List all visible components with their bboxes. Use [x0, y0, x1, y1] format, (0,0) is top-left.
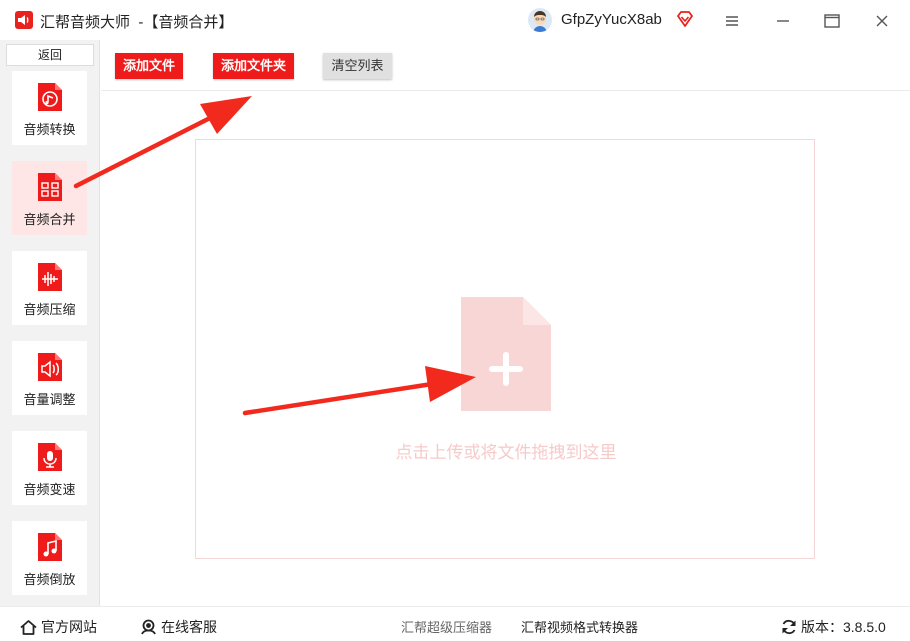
sidebar-item-audio-compress[interactable]: 音频压缩: [12, 251, 87, 325]
add-file-button[interactable]: 添加文件: [115, 53, 183, 79]
video-converter-link[interactable]: 汇帮视频格式转换器: [521, 617, 638, 636]
window-title: 汇帮音频大师 -【音频合并】: [40, 11, 233, 32]
sidebar-item-label: 音频变速: [23, 482, 76, 497]
user-avatar[interactable]: [528, 8, 552, 32]
clear-list-button[interactable]: 清空列表: [323, 53, 392, 79]
online-support-link[interactable]: 在线客服: [140, 617, 217, 637]
refresh-icon: [782, 619, 796, 635]
home-icon: [20, 619, 37, 635]
volume-adjust-icon: [38, 353, 62, 381]
back-button[interactable]: 返回: [6, 44, 94, 66]
official-website-label: 官方网站: [41, 619, 97, 635]
app-logo-icon: [15, 11, 33, 29]
sidebar-item-label: 音频转换: [23, 122, 76, 137]
sidebar-item-label: 音量调整: [23, 392, 76, 407]
sidebar-item-audio-merge[interactable]: 音频合并: [12, 161, 87, 235]
customer-service-icon: [141, 619, 156, 635]
sidebar-item-audio-reverse[interactable]: 音频倒放: [12, 521, 87, 595]
close-button[interactable]: [869, 8, 895, 34]
add-file-icon[interactable]: [461, 297, 551, 411]
audio-convert-icon: [38, 83, 62, 111]
audio-merge-icon: [38, 173, 62, 201]
super-compressor-link[interactable]: 汇帮超级压缩器: [401, 617, 492, 636]
sidebar-item-label: 音频压缩: [23, 302, 76, 317]
add-folder-button[interactable]: 添加文件夹: [213, 53, 294, 79]
version-info[interactable]: 版本：3.8.5.0: [781, 617, 886, 637]
hamburger-icon: [726, 16, 738, 26]
title-bar: 汇帮音频大师 -【音频合并】 GfpZyYucX8ab: [0, 0, 910, 40]
sidebar-item-label: 音频倒放: [23, 572, 76, 587]
audio-speed-icon: [38, 443, 62, 471]
minimize-icon: [777, 20, 789, 22]
official-website-link[interactable]: 官方网站: [20, 617, 97, 637]
sidebar-item-audio-speed[interactable]: 音频变速: [12, 431, 87, 505]
close-icon: [876, 15, 888, 27]
minimize-button[interactable]: [770, 8, 796, 34]
sidebar-item-audio-convert[interactable]: 音频转换: [12, 71, 87, 145]
username[interactable]: GfpZyYucX8ab: [561, 11, 662, 28]
audio-reverse-icon: [38, 533, 62, 561]
menu-button[interactable]: [719, 8, 745, 34]
maximize-button[interactable]: [819, 8, 845, 34]
app-name: 汇帮音频大师: [40, 14, 131, 31]
sidebar: 返回 音频转换 音频合并 音频压缩 音量调整 音频变速 音频倒放: [0, 40, 100, 606]
window-subtitle: -【音频合并】: [138, 14, 234, 31]
vip-diamond-icon[interactable]: [676, 11, 694, 32]
sidebar-item-volume-adjust[interactable]: 音量调整: [12, 341, 87, 415]
version-label: 版本：3.8.5.0: [801, 619, 886, 635]
audio-compress-icon: [38, 263, 62, 291]
footer-bar: 官方网站 在线客服 汇帮超级压缩器 汇帮视频格式转换器 版本：3.8.5.0: [0, 606, 910, 641]
file-drop-zone[interactable]: 点击上传或将文件拖拽到这里: [195, 139, 815, 559]
drop-hint-text: 点击上传或将文件拖拽到这里: [395, 443, 617, 462]
toolbar: 添加文件 添加文件夹 清空列表: [101, 40, 910, 91]
sidebar-item-label: 音频合并: [23, 212, 76, 227]
online-support-label: 在线客服: [161, 619, 217, 635]
maximize-icon: [824, 14, 840, 28]
